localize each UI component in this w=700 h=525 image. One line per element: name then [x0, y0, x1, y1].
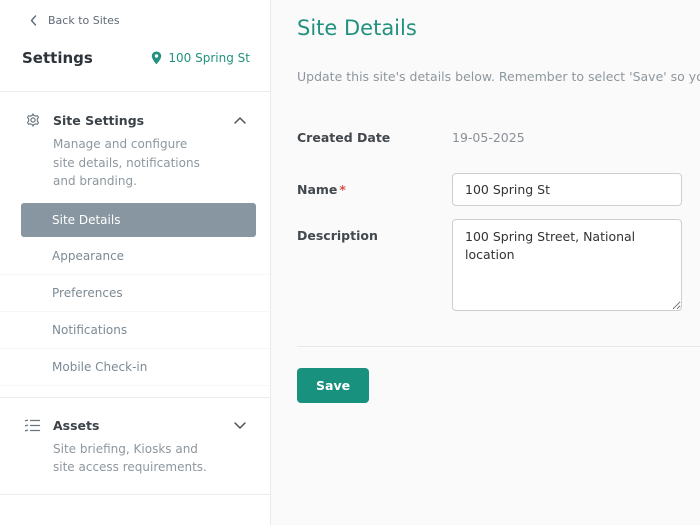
created-date-row: Created Date 19-05-2025 — [297, 121, 700, 145]
save-button[interactable]: Save — [297, 368, 369, 403]
name-label: Name* — [297, 173, 452, 197]
section-assets-description: Site briefing, Kiosks and site access re… — [53, 440, 212, 477]
section-assets-label: Assets — [53, 418, 99, 433]
section-site-settings-description: Manage and configure site details, notif… — [53, 135, 212, 191]
sidebar-item-site-details[interactable]: Site Details — [21, 203, 256, 237]
page-subtitle: Update this site's details below. Rememb… — [297, 69, 700, 84]
sidebar-item-mobile-check-in[interactable]: Mobile Check-in — [0, 349, 270, 386]
back-to-sites-link[interactable]: Back to Sites — [0, 0, 270, 27]
site-details-form: Created Date 19-05-2025 Name* Descriptio… — [297, 121, 700, 311]
site-settings-menu: Site Details Appearance Preferences Noti… — [0, 203, 270, 386]
chevron-left-icon — [30, 15, 37, 26]
current-site-link[interactable]: 100 Spring St — [151, 51, 250, 65]
description-field[interactable]: 100 Spring Street, National location — [452, 219, 682, 311]
section-assets-header[interactable]: Assets — [0, 418, 270, 433]
created-date-label: Created Date — [297, 121, 452, 145]
settings-title: Settings — [22, 49, 93, 67]
sidebar-divider — [0, 494, 270, 495]
chevron-down-icon[interactable] — [234, 422, 246, 429]
name-row: Name* — [297, 173, 700, 206]
description-row: Description 100 Spring Street, National … — [297, 219, 700, 311]
main-content: Site Details Update this site's details … — [271, 0, 700, 525]
chevron-up-icon[interactable] — [234, 117, 246, 124]
page-title: Site Details — [297, 16, 700, 40]
settings-page: Back to Sites Settings 100 Spring St — [0, 0, 700, 525]
current-site-name: 100 Spring St — [168, 51, 250, 65]
list-icon — [24, 418, 41, 433]
created-date-value: 19-05-2025 — [452, 121, 525, 145]
sidebar-item-preferences[interactable]: Preferences — [0, 275, 270, 312]
section-assets: Assets Site briefing, Kiosks and site ac… — [0, 398, 270, 512]
sidebar-item-notifications[interactable]: Notifications — [0, 312, 270, 349]
required-marker: * — [339, 182, 346, 197]
back-to-sites-label: Back to Sites — [48, 14, 120, 27]
location-pin-icon — [151, 51, 162, 65]
sidebar-item-appearance[interactable]: Appearance — [0, 238, 270, 275]
section-site-settings-header[interactable]: Site Settings — [0, 112, 270, 128]
sidebar-header: Back to Sites Settings 100 Spring St — [0, 0, 270, 92]
section-site-settings: Site Settings Manage and configure site … — [0, 92, 270, 398]
name-field[interactable] — [452, 173, 682, 206]
description-label: Description — [297, 219, 452, 243]
sidebar: Back to Sites Settings 100 Spring St — [0, 0, 271, 525]
section-administrators: Administrators Manage admins for this si… — [0, 512, 270, 525]
section-site-settings-label: Site Settings — [53, 113, 144, 128]
gear-icon — [24, 112, 41, 128]
form-divider — [297, 346, 700, 347]
